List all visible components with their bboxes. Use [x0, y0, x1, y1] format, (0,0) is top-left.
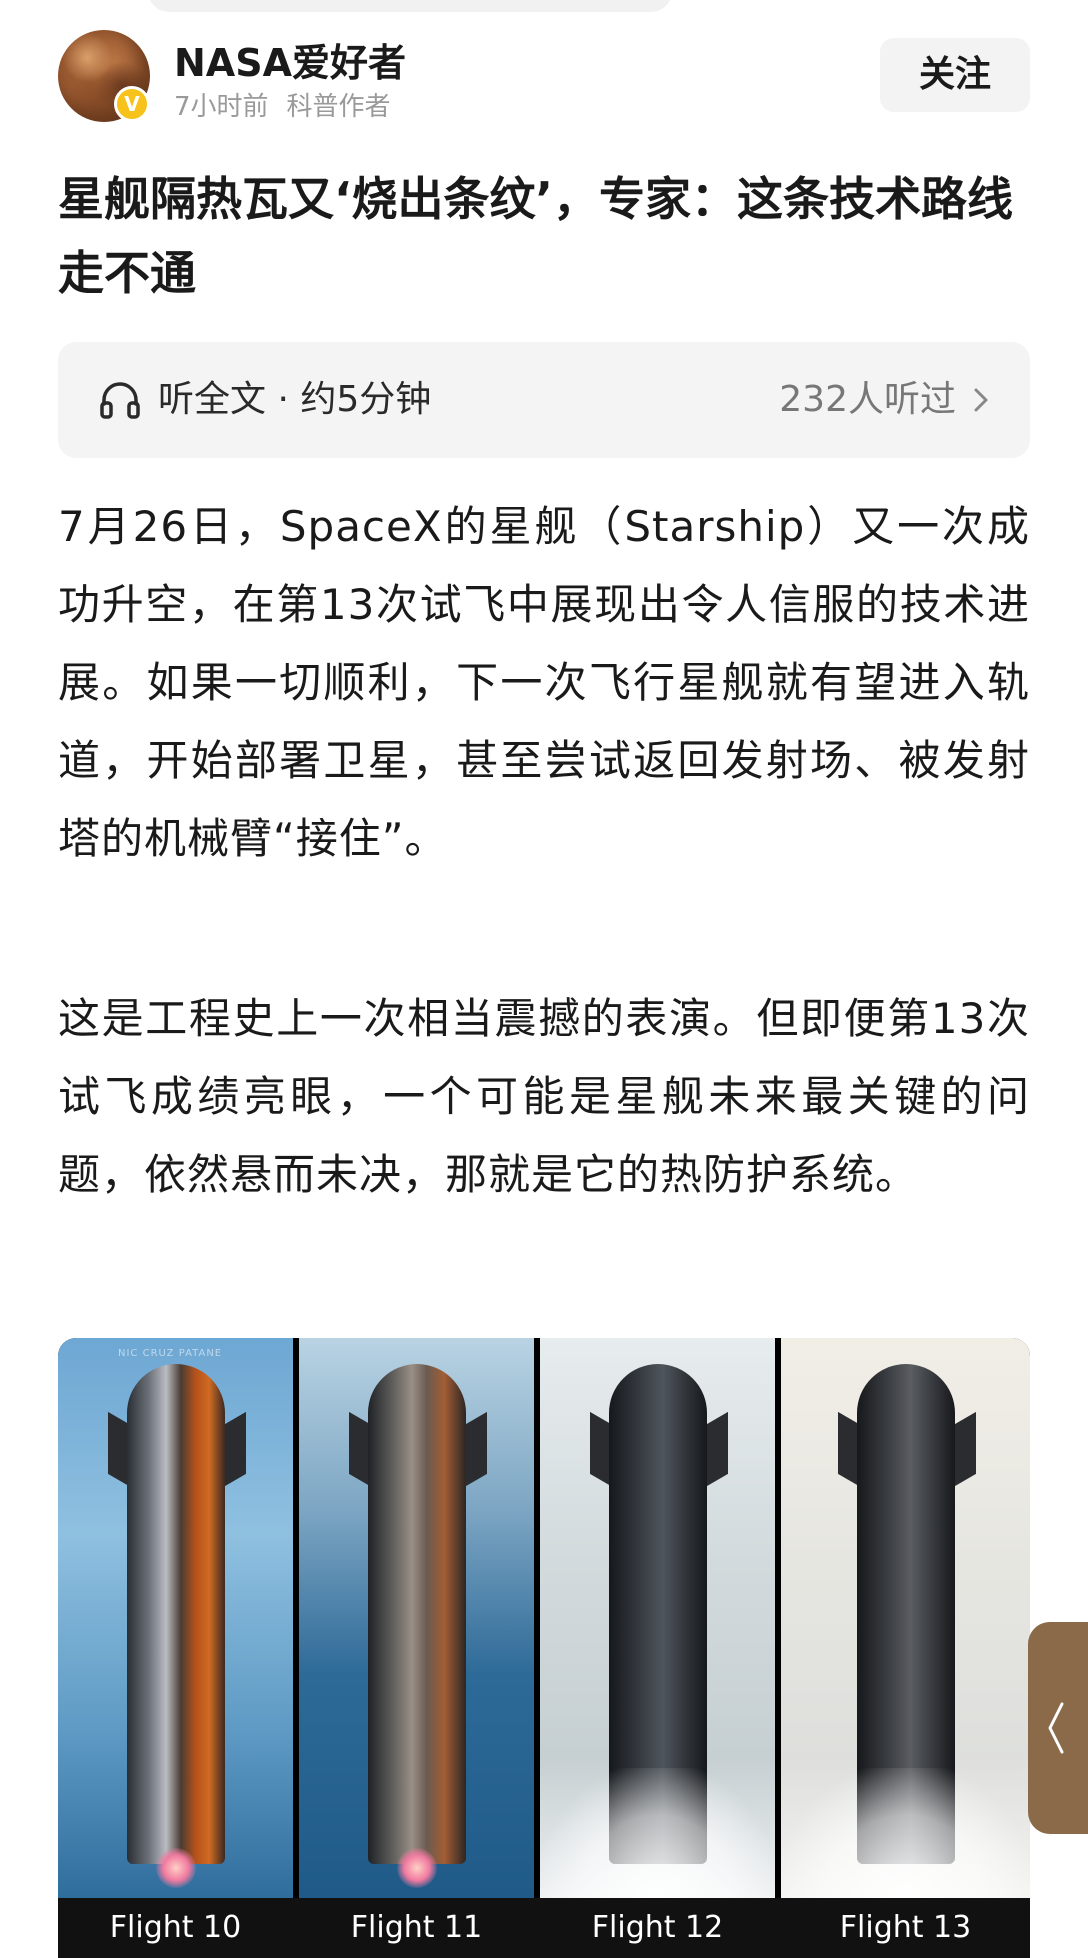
chevron-left-icon [1048, 1702, 1064, 1754]
headphones-icon [100, 382, 140, 419]
image-caption: Flight 11 [350, 1910, 483, 1945]
author-header: V NASA爱好者 7小时前 科普作者 关注 [58, 30, 1030, 122]
follow-button[interactable]: 关注 [880, 38, 1030, 112]
image-panel: NIC CRUZ PATANE [58, 1338, 293, 1898]
author-meta: 7小时前 科普作者 [174, 86, 391, 123]
image-panel [540, 1338, 775, 1898]
author-name[interactable]: NASA爱好者 [174, 32, 406, 87]
image-caption: Flight 12 [591, 1910, 724, 1945]
side-drawer-handle[interactable] [1028, 1622, 1088, 1834]
image-watermark: NIC CRUZ PATANE [118, 1348, 223, 1359]
audio-label: 听全文 · 约5分钟 [158, 379, 432, 420]
image-panel [781, 1338, 1030, 1898]
starship-rocket [126, 1364, 225, 1864]
smoke-cloud [540, 1768, 775, 1898]
starship-rocket [367, 1364, 466, 1864]
chevron-right-icon [974, 388, 988, 412]
article-paragraph: 7月26日，SpaceX的星舰（Starship）又一次成功升空，在第13次试飞… [58, 502, 1030, 863]
smoke-cloud [781, 1768, 1030, 1898]
article-paragraph: 这是工程史上一次相当震撼的表演。但即便第13次试飞成绩亮眼，一个可能是星舰未来最… [58, 994, 1030, 1199]
listen-full-text-bar[interactable]: 听全文 · 约5分钟 232人听过 [58, 342, 1030, 458]
image-caption: Flight 10 [109, 1910, 242, 1945]
post-time: 7小时前 [174, 92, 269, 122]
engine-flame [155, 1848, 196, 1888]
image-panel [299, 1338, 534, 1898]
engine-flame [396, 1848, 437, 1888]
author-role: 科普作者 [286, 92, 391, 122]
article-title: 星舰隔热瓦又‘烧出条纹’，专家：这条技术路线走不通 [58, 172, 1013, 300]
verified-badge-icon: V [114, 86, 150, 122]
top-search-pill[interactable] [148, 0, 672, 12]
image-caption: Flight 13 [839, 1910, 972, 1945]
listen-count: 232人听过 [779, 379, 956, 420]
article-image[interactable]: NIC CRUZ PATANE Flight 10 Flight 11 Flig… [58, 1338, 1030, 1958]
